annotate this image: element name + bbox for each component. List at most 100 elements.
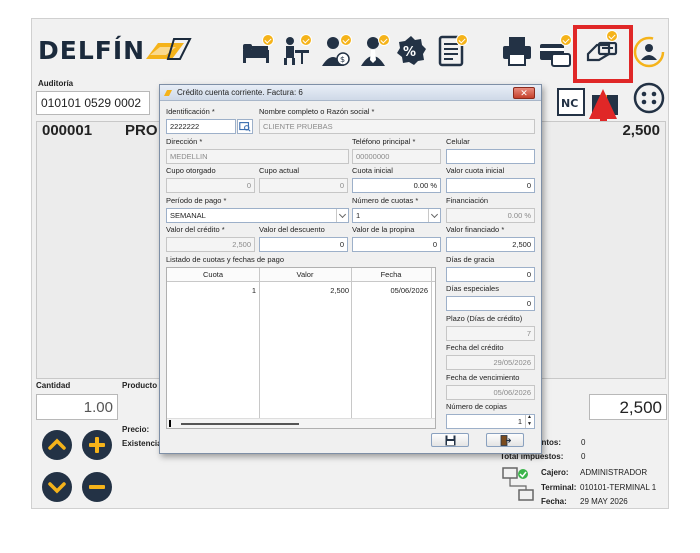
decrease-quantity-button[interactable] <box>81 471 113 503</box>
direccion-input[interactable]: MEDELLIN <box>166 149 349 164</box>
cantidad-input[interactable]: 1.00 <box>36 394 118 420</box>
nombre-input[interactable]: CLIENTE PRUEBAS <box>259 119 535 134</box>
dias-especiales-input[interactable]: 0 <box>446 296 535 311</box>
valor-descuento-label: Valor del descuento <box>259 225 325 234</box>
scrollbar-thumb[interactable] <box>181 423 299 425</box>
grid-horizontal-scrollbar[interactable] <box>167 418 435 428</box>
dialog-close-button[interactable]: ✕ <box>513 87 535 99</box>
periodo-pago-value: SEMANAL <box>170 211 206 220</box>
svg-text:%: % <box>403 45 416 60</box>
printer-icon[interactable] <box>500 34 534 68</box>
network-terminal-icon <box>502 467 534 501</box>
existencia-label: Existencia: <box>122 439 165 448</box>
valor-credito-input[interactable]: 2,500 <box>166 237 255 252</box>
financiacion-input[interactable]: 0.00 % <box>446 208 535 223</box>
customer-lookup-button[interactable] <box>237 119 253 134</box>
terminal-value: 010101-TERMINAL 1 <box>580 483 657 492</box>
celular-input[interactable] <box>446 149 535 164</box>
descuentos-value: 0 <box>581 438 586 447</box>
fecha-vencimiento-input[interactable]: 05/06/2026 <box>446 385 535 400</box>
auditoria-label: Auditoría <box>38 79 74 88</box>
highlight-box <box>573 25 633 83</box>
save-button[interactable] <box>431 433 469 447</box>
plazo-label: Plazo (Días de crédito) <box>446 314 523 323</box>
dialog-title: Crédito cuenta corriente. Factura: 6 <box>177 88 303 97</box>
dialog-title-bar[interactable]: Crédito cuenta corriente. Factura: 6 ✕ <box>160 85 541 101</box>
valor-propina-input[interactable]: 0 <box>352 237 441 252</box>
person-money-icon[interactable]: $ <box>318 34 352 68</box>
document-product-header: PRO <box>125 122 158 139</box>
scroll-position-marker <box>169 420 171 427</box>
discount-icon[interactable]: % <box>394 34 428 68</box>
nombre-label: Nombre completo o Razón social * <box>259 107 375 116</box>
person-tie-icon[interactable] <box>356 34 390 68</box>
document-total: 2,500 <box>622 122 660 139</box>
credit-account-dialog: Crédito cuenta corriente. Factura: 6 ✕ I… <box>159 84 542 454</box>
exit-door-icon <box>500 435 511 446</box>
chevron-down-icon <box>428 209 440 222</box>
numero-cuotas-label: Número de cuotas * <box>352 196 419 205</box>
waiter-table-icon[interactable] <box>278 34 312 68</box>
auditoria-field[interactable]: 010101 0529 0002 <box>36 91 150 115</box>
hotel-bed-icon[interactable] <box>240 34 274 68</box>
impuestos-value: 0 <box>581 452 586 461</box>
increase-quantity-button[interactable] <box>81 429 113 461</box>
row-cuota: 1 <box>251 286 256 295</box>
more-options-icon[interactable] <box>632 81 666 115</box>
logo-text: DELFÍN <box>38 36 146 65</box>
cupo-actual-input[interactable]: 0 <box>259 178 348 193</box>
valor-financiado-label: Valor financiado * <box>446 225 505 234</box>
svg-text:$: $ <box>340 55 345 64</box>
exit-button[interactable] <box>486 433 524 447</box>
valor-descuento-input[interactable]: 0 <box>259 237 348 252</box>
cajero-label: Cajero: <box>541 468 569 477</box>
line-total-field: 2,500 <box>589 394 667 420</box>
precio-label: Precio: <box>122 425 150 434</box>
fecha-value: 29 MAY 2026 <box>580 497 628 506</box>
installments-grid[interactable]: Cuota Valor Fecha 1 2,500 05/06/2026 <box>166 267 436 429</box>
plazo-input[interactable]: 7 <box>446 326 535 341</box>
cajero-value: ADMINISTRADOR <box>580 468 648 477</box>
identificacion-label: Identificación * <box>166 107 215 116</box>
cuota-inicial-input[interactable]: 0.00 % <box>352 178 441 193</box>
fecha-credito-label: Fecha del crédito <box>446 343 504 352</box>
terminal-label: Terminal: <box>541 483 577 492</box>
svg-text:NC: NC <box>561 97 578 110</box>
periodo-pago-label: Período de pago * <box>166 196 227 205</box>
row-fecha: 05/06/2026 <box>390 286 428 295</box>
scroll-down-button[interactable] <box>41 471 73 503</box>
numero-cuotas-select[interactable]: 1 <box>352 208 441 223</box>
user-refresh-icon[interactable] <box>632 35 665 69</box>
identificacion-input[interactable]: 2222222 <box>166 119 236 134</box>
numero-copias-stepper[interactable]: 1 <box>446 414 535 429</box>
direccion-label: Dirección * <box>166 137 203 146</box>
spinner-arrows-icon[interactable] <box>525 415 534 428</box>
numero-copias-label: Número de copias <box>446 402 507 411</box>
numero-cuotas-value: 1 <box>356 211 361 220</box>
telefono-label: Teléfono principal * <box>352 137 416 146</box>
valor-cuota-inicial-input[interactable]: 0 <box>446 178 535 193</box>
telefono-input[interactable]: 00000000 <box>352 149 441 164</box>
arrow-up-icon <box>589 89 617 119</box>
cupo-otorgado-input[interactable]: 0 <box>166 178 255 193</box>
celular-label: Celular <box>446 137 470 146</box>
nc-icon[interactable]: NC <box>554 85 585 116</box>
scroll-up-button[interactable] <box>41 429 73 461</box>
logo-mark-icon <box>146 38 192 60</box>
fecha-credito-input[interactable]: 29/05/2026 <box>446 355 535 370</box>
card-payment-icon[interactable] <box>538 34 572 68</box>
search-icon <box>239 122 251 132</box>
dias-gracia-input[interactable]: 0 <box>446 267 535 282</box>
periodo-pago-select[interactable]: SEMANAL <box>166 208 349 223</box>
numero-copias-value: 1 <box>517 417 522 426</box>
financiacion-label: Financiación <box>446 196 489 205</box>
floppy-disk-icon <box>445 435 456 446</box>
cupo-otorgado-label: Cupo otorgado <box>166 166 216 175</box>
cupo-actual-label: Cupo actual <box>259 166 300 175</box>
valor-financiado-input[interactable]: 2,500 <box>446 237 535 252</box>
cantidad-label: Cantidad <box>36 381 71 390</box>
producto-label: Producto <box>122 381 158 390</box>
dias-gracia-label: Días de gracia <box>446 255 495 264</box>
fecha-vencimiento-label: Fecha de vencimiento <box>446 373 520 382</box>
row-valor: 2,500 <box>330 286 349 295</box>
